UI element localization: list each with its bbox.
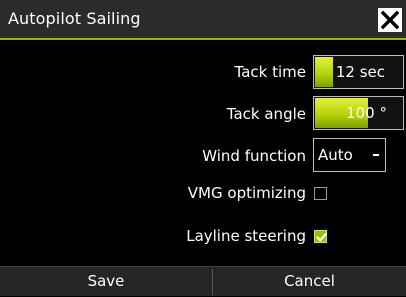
tack-angle-label: Tack angle	[226, 105, 306, 123]
layline-steering-checkbox[interactable]	[314, 230, 327, 243]
wind-function-value: Auto	[318, 146, 353, 164]
wind-function-select[interactable]: Auto	[313, 138, 386, 172]
tack-time-value: 12 sec	[335, 63, 385, 81]
close-button[interactable]	[378, 8, 402, 32]
layline-steering-label: Layline steering	[186, 227, 306, 245]
chevron-down-icon	[373, 154, 379, 156]
vmg-optimizing-label: VMG optimizing	[187, 184, 306, 202]
close-icon	[381, 11, 399, 29]
tack-time-field[interactable]: 12 sec	[313, 55, 404, 89]
dialog-titlebar: Autopilot Sailing	[0, 0, 406, 40]
dialog-button-bar: Save Cancel	[0, 266, 406, 296]
tack-angle-value: 100 °	[346, 104, 387, 122]
vmg-optimizing-checkbox[interactable]	[314, 187, 327, 200]
wind-function-label: Wind function	[202, 147, 306, 165]
dialog-title: Autopilot Sailing	[8, 9, 141, 28]
tack-angle-field[interactable]: 100 °	[313, 96, 404, 130]
tack-time-level	[315, 57, 333, 87]
cancel-button[interactable]: Cancel	[213, 267, 406, 297]
autopilot-sailing-dialog: Autopilot Sailing Tack time 12 sec Tack …	[0, 0, 406, 296]
checkmark-icon	[316, 233, 327, 242]
tack-time-label: Tack time	[234, 63, 306, 81]
save-button[interactable]: Save	[0, 267, 212, 297]
